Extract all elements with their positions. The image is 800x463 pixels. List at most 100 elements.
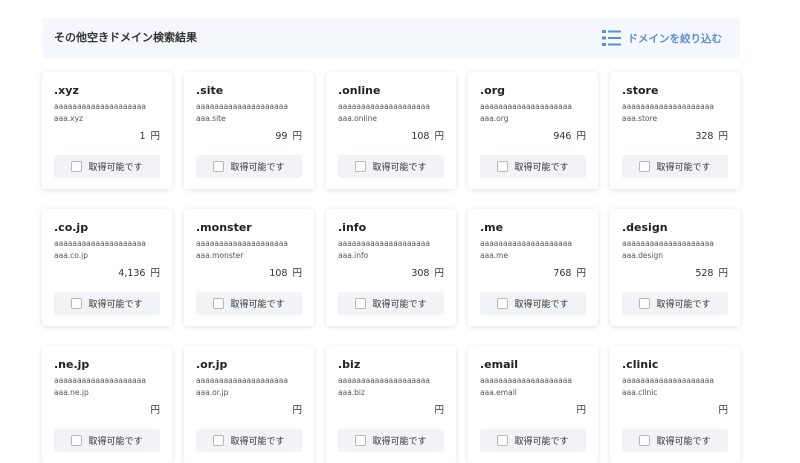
available-checkbox-button[interactable]: 取得可能です [480, 155, 586, 178]
checkbox-icon[interactable] [497, 435, 509, 446]
domain-name-suffix: aaa.org [480, 114, 509, 123]
domain-name-prefix: aaaaaaaaaaaaaaaaaaaa [196, 102, 288, 111]
checkbox-icon[interactable] [639, 161, 651, 172]
price-value: 946 [553, 131, 572, 142]
available-label: 取得可能です [656, 437, 711, 447]
checkbox-icon[interactable] [213, 435, 225, 446]
domain-card: .or.jp aaaaaaaaaaaaaaaaaaaa aaa.or.jp 円 … [184, 346, 314, 463]
currency-label: 円 [576, 405, 586, 416]
available-checkbox-button[interactable]: 取得可能です [196, 429, 302, 452]
filter-domains-button[interactable]: ドメインを絞り込む [601, 27, 722, 49]
domain-tld: .clinic [622, 358, 659, 371]
checkbox-icon[interactable] [213, 161, 225, 172]
price-value: 328 [695, 131, 714, 142]
domain-price: 108 円 [269, 265, 302, 279]
checkbox-icon[interactable] [213, 298, 225, 309]
available-checkbox-button[interactable]: 取得可能です [54, 155, 160, 178]
checkbox-icon[interactable] [71, 298, 83, 309]
price-value: 308 [411, 268, 430, 279]
domain-price: 108 円 [411, 128, 444, 142]
domain-price: 円 [287, 402, 302, 416]
domain-tld: .monster [196, 221, 252, 234]
domain-tld: .org [480, 84, 506, 97]
checkbox-icon[interactable] [497, 298, 509, 309]
checkbox-icon[interactable] [355, 435, 367, 446]
available-label: 取得可能です [88, 437, 143, 447]
available-checkbox-button[interactable]: 取得可能です [480, 292, 586, 315]
available-label: 取得可能です [372, 163, 427, 173]
domain-tld: .ne.jp [54, 358, 90, 371]
available-label: 取得可能です [656, 163, 711, 173]
checkbox-icon[interactable] [355, 161, 367, 172]
list-icon [601, 30, 621, 46]
price-value: 528 [695, 268, 714, 279]
price-value: 99 [275, 131, 288, 142]
checkbox-icon[interactable] [71, 161, 83, 172]
available-checkbox-button[interactable]: 取得可能です [338, 155, 444, 178]
domain-card: .ne.jp aaaaaaaaaaaaaaaaaaaa aaa.ne.jp 円 … [42, 346, 172, 463]
available-checkbox-button[interactable]: 取得可能です [622, 429, 728, 452]
available-checkbox-button[interactable]: 取得可能です [622, 155, 728, 178]
domain-name-prefix: aaaaaaaaaaaaaaaaaaaa [338, 376, 430, 385]
domain-tld: .design [622, 221, 668, 234]
available-label: 取得可能です [230, 300, 285, 310]
domain-name-prefix: aaaaaaaaaaaaaaaaaaaa [480, 376, 572, 385]
domain-card: .site aaaaaaaaaaaaaaaaaaaa aaa.site 99 円 … [184, 72, 314, 189]
domain-name-prefix: aaaaaaaaaaaaaaaaaaaa [196, 376, 288, 385]
domain-tld: .xyz [54, 84, 79, 97]
domain-price: 528 円 [695, 265, 728, 279]
price-value: 4,136 [118, 268, 146, 279]
domain-price: 円 [571, 402, 586, 416]
domain-tld: .online [338, 84, 381, 97]
domain-price: 946 円 [553, 128, 586, 142]
checkbox-icon[interactable] [497, 161, 509, 172]
checkbox-icon[interactable] [639, 298, 651, 309]
domain-tld: .or.jp [196, 358, 228, 371]
domain-name-prefix: aaaaaaaaaaaaaaaaaaaa [338, 102, 430, 111]
domain-card: .online aaaaaaaaaaaaaaaaaaaa aaa.online … [326, 72, 456, 189]
currency-label: 円 [434, 405, 444, 416]
available-checkbox-button[interactable]: 取得可能です [480, 429, 586, 452]
available-label: 取得可能です [656, 300, 711, 310]
currency-label: 円 [150, 131, 160, 142]
domain-price: 768 円 [553, 265, 586, 279]
price-value: 768 [553, 268, 572, 279]
domain-price: 円 [429, 402, 444, 416]
domain-tld: .store [622, 84, 659, 97]
domain-name-suffix: aaa.co.jp [54, 251, 88, 260]
available-checkbox-button[interactable]: 取得可能です [196, 155, 302, 178]
checkbox-icon[interactable] [639, 435, 651, 446]
currency-label: 円 [718, 405, 728, 416]
currency-label: 円 [150, 268, 160, 279]
available-checkbox-button[interactable]: 取得可能です [338, 292, 444, 315]
domain-card: .xyz aaaaaaaaaaaaaaaaaaaa aaa.xyz 1円 取得可… [42, 72, 172, 189]
price-value: 108 [411, 131, 430, 142]
domain-tld: .site [196, 84, 224, 97]
domain-name-suffix: aaa.xyz [54, 114, 83, 123]
domain-name-prefix: aaaaaaaaaaaaaaaaaaaa [54, 239, 146, 248]
domain-card: .biz aaaaaaaaaaaaaaaaaaaa aaa.biz 円 取得可能… [326, 346, 456, 463]
available-label: 取得可能です [372, 437, 427, 447]
available-checkbox-button[interactable]: 取得可能です [196, 292, 302, 315]
currency-label: 円 [718, 131, 728, 142]
domain-name-suffix: aaa.info [338, 251, 369, 260]
domain-card: .co.jp aaaaaaaaaaaaaaaaaaaa aaa.co.jp 4,… [42, 209, 172, 326]
domain-price: 4,136 円 [118, 265, 160, 279]
currency-label: 円 [434, 268, 444, 279]
currency-label: 円 [576, 268, 586, 279]
available-checkbox-button[interactable]: 取得可能です [54, 429, 160, 452]
available-label: 取得可能です [372, 300, 427, 310]
domain-name-prefix: aaaaaaaaaaaaaaaaaaaa [196, 239, 288, 248]
checkbox-icon[interactable] [71, 435, 83, 446]
domain-card: .email aaaaaaaaaaaaaaaaaaaa aaa.email 円 … [468, 346, 598, 463]
available-label: 取得可能です [514, 163, 569, 173]
available-checkbox-button[interactable]: 取得可能です [54, 292, 160, 315]
available-checkbox-button[interactable]: 取得可能です [338, 429, 444, 452]
checkbox-icon[interactable] [355, 298, 367, 309]
domain-price: 円 [713, 402, 728, 416]
domain-price: 328 円 [695, 128, 728, 142]
domain-name-suffix: aaa.online [338, 114, 378, 123]
available-checkbox-button[interactable]: 取得可能です [622, 292, 728, 315]
available-label: 取得可能です [514, 300, 569, 310]
domain-price: 99 円 [275, 128, 302, 142]
